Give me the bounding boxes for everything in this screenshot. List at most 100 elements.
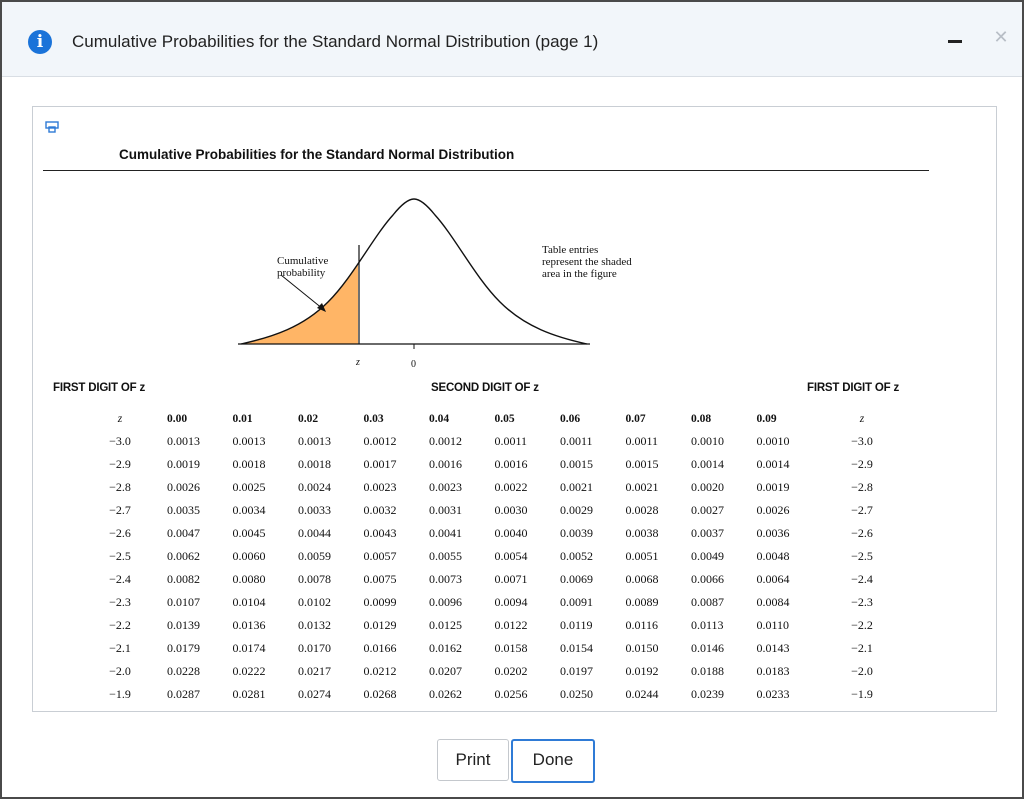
table-cell: 0.0166 bbox=[363, 641, 397, 655]
table-row: −2.1 0.0179 0.0174 0.0170 0.0166 0.0162 0.0158… bbox=[73, 637, 902, 660]
table-cell: 0.0078 bbox=[298, 572, 331, 586]
table-cell: 0.0212 bbox=[363, 664, 397, 678]
row-z-left: −2.4 bbox=[109, 572, 131, 586]
header-col: 0.01 bbox=[232, 412, 253, 425]
table-cell: 0.0222 bbox=[232, 664, 266, 678]
table-cell: 0.0010 bbox=[691, 434, 724, 448]
table-row: −2.6 0.0047 0.0045 0.0044 0.0043 0.0041 0.0040… bbox=[73, 522, 902, 545]
table-cell: 0.0052 bbox=[560, 549, 593, 563]
table-cell: 0.0026 bbox=[756, 503, 790, 517]
table-cell: 0.0027 bbox=[691, 503, 724, 517]
header-col: 0.07 bbox=[625, 412, 646, 425]
table-cell: 0.0154 bbox=[560, 641, 593, 655]
table-cell: 0.0013 bbox=[232, 434, 266, 448]
header-col: 0.00 bbox=[167, 412, 188, 425]
table-cell: 0.0031 bbox=[429, 503, 462, 517]
row-z-right: −2.2 bbox=[851, 618, 873, 632]
probability-table: z 0.00 0.01 0.02 0.03 0.04 0.05 0.06 0.0… bbox=[73, 407, 902, 706]
table-cell: 0.0035 bbox=[167, 503, 200, 517]
table-cell: 0.0045 bbox=[232, 526, 266, 540]
table-cell: 0.0217 bbox=[298, 664, 331, 678]
table-cell: 0.0192 bbox=[625, 664, 659, 678]
minimize-button[interactable] bbox=[944, 30, 968, 50]
table-cell: 0.0039 bbox=[560, 526, 593, 540]
table-cell: 0.0287 bbox=[167, 687, 200, 701]
table-cell: 0.0014 bbox=[756, 457, 790, 471]
table-cell: 0.0150 bbox=[625, 641, 659, 655]
row-z-right: −2.0 bbox=[851, 664, 873, 678]
normal-curve-figure: Cumulative probability Table entries rep… bbox=[238, 198, 632, 370]
table-row: −2.8 0.0026 0.0025 0.0024 0.0023 0.0023 0.0022… bbox=[73, 476, 902, 499]
row-z-left: −2.6 bbox=[109, 526, 131, 540]
table-cell: 0.0011 bbox=[560, 434, 593, 448]
table-cell: 0.0228 bbox=[167, 664, 200, 678]
table-cell: 0.0174 bbox=[232, 641, 266, 655]
table-cell: 0.0014 bbox=[691, 457, 724, 471]
table-cell: 0.0040 bbox=[494, 526, 528, 540]
table-cell: 0.0025 bbox=[232, 480, 266, 494]
table-cell: 0.0125 bbox=[429, 618, 462, 632]
table-cell: 0.0082 bbox=[167, 572, 200, 586]
z-axis-label: z bbox=[355, 357, 360, 368]
row-z-right: −2.5 bbox=[851, 549, 873, 563]
table-cell: 0.0055 bbox=[429, 549, 462, 563]
table-cell: 0.0062 bbox=[167, 549, 200, 563]
table-cell: 0.0017 bbox=[363, 457, 397, 471]
table-cell: 0.0012 bbox=[429, 434, 462, 448]
first-digit-heading-left: FIRST DIGIT OF z bbox=[53, 382, 145, 394]
table-cell: 0.0066 bbox=[691, 572, 724, 586]
table-cell: 0.0030 bbox=[494, 503, 528, 517]
table-cell: 0.0013 bbox=[167, 434, 200, 448]
table-cell: 0.0026 bbox=[167, 480, 200, 494]
table-cell: 0.0179 bbox=[167, 641, 200, 655]
table-cell: 0.0010 bbox=[756, 434, 790, 448]
table-cell: 0.0256 bbox=[494, 687, 528, 701]
row-z-left: −2.5 bbox=[109, 549, 131, 563]
table-cell: 0.0091 bbox=[560, 595, 593, 609]
table-cell: 0.0019 bbox=[756, 480, 790, 494]
title-divider bbox=[43, 170, 929, 171]
header-col: 0.02 bbox=[298, 412, 319, 425]
close-button[interactable]: ✕ bbox=[988, 26, 1014, 50]
print-icon[interactable] bbox=[45, 121, 59, 133]
header-z-left: z bbox=[117, 412, 123, 425]
table-cell: 0.0018 bbox=[298, 457, 331, 471]
table-cell: 0.0015 bbox=[625, 457, 659, 471]
content-panel: Cumulative Probabilities for the Standar… bbox=[32, 106, 997, 712]
table-cell: 0.0107 bbox=[167, 595, 200, 609]
table-cell: 0.0043 bbox=[363, 526, 397, 540]
table-cell: 0.0116 bbox=[625, 618, 659, 632]
dialog-title: Cumulative Probabilities for the Standar… bbox=[72, 32, 599, 51]
table-cell: 0.0033 bbox=[298, 503, 331, 517]
done-button[interactable]: Done bbox=[511, 739, 595, 783]
table-cell: 0.0012 bbox=[363, 434, 397, 448]
row-z-left: −1.9 bbox=[109, 687, 131, 701]
table-cell: 0.0020 bbox=[691, 480, 724, 494]
row-z-right: −2.4 bbox=[851, 572, 873, 586]
row-z-right: −2.1 bbox=[851, 641, 873, 655]
table-label-3: area in the figure bbox=[542, 268, 617, 280]
table-cell: 0.0080 bbox=[232, 572, 266, 586]
first-digit-heading-right: FIRST DIGIT OF z bbox=[807, 382, 899, 394]
table-cell: 0.0049 bbox=[691, 549, 724, 563]
row-z-right: −2.8 bbox=[851, 480, 873, 494]
table-row: −2.4 0.0082 0.0080 0.0078 0.0075 0.0073 0.0071… bbox=[73, 568, 902, 591]
table-cell: 0.0011 bbox=[625, 434, 659, 448]
table-cell: 0.0262 bbox=[429, 687, 462, 701]
second-digit-heading: SECOND DIGIT OF z bbox=[431, 382, 539, 394]
table-cell: 0.0244 bbox=[625, 687, 659, 701]
cumulative-arrow bbox=[280, 274, 324, 310]
table-cell: 0.0041 bbox=[429, 526, 462, 540]
table-row: −2.5 0.0062 0.0060 0.0059 0.0057 0.0055 0.0054… bbox=[73, 545, 902, 568]
table-cell: 0.0019 bbox=[167, 457, 200, 471]
close-icon: ✕ bbox=[993, 27, 1009, 48]
print-button[interactable]: Print bbox=[437, 739, 509, 781]
table-cell: 0.0102 bbox=[298, 595, 331, 609]
row-z-left: −2.2 bbox=[109, 618, 131, 632]
table-cell: 0.0054 bbox=[494, 549, 528, 563]
table-cell: 0.0038 bbox=[625, 526, 659, 540]
table-cell: 0.0281 bbox=[232, 687, 266, 701]
table-cell: 0.0021 bbox=[625, 480, 659, 494]
table-cell: 0.0047 bbox=[167, 526, 200, 540]
table-cell: 0.0011 bbox=[494, 434, 528, 448]
